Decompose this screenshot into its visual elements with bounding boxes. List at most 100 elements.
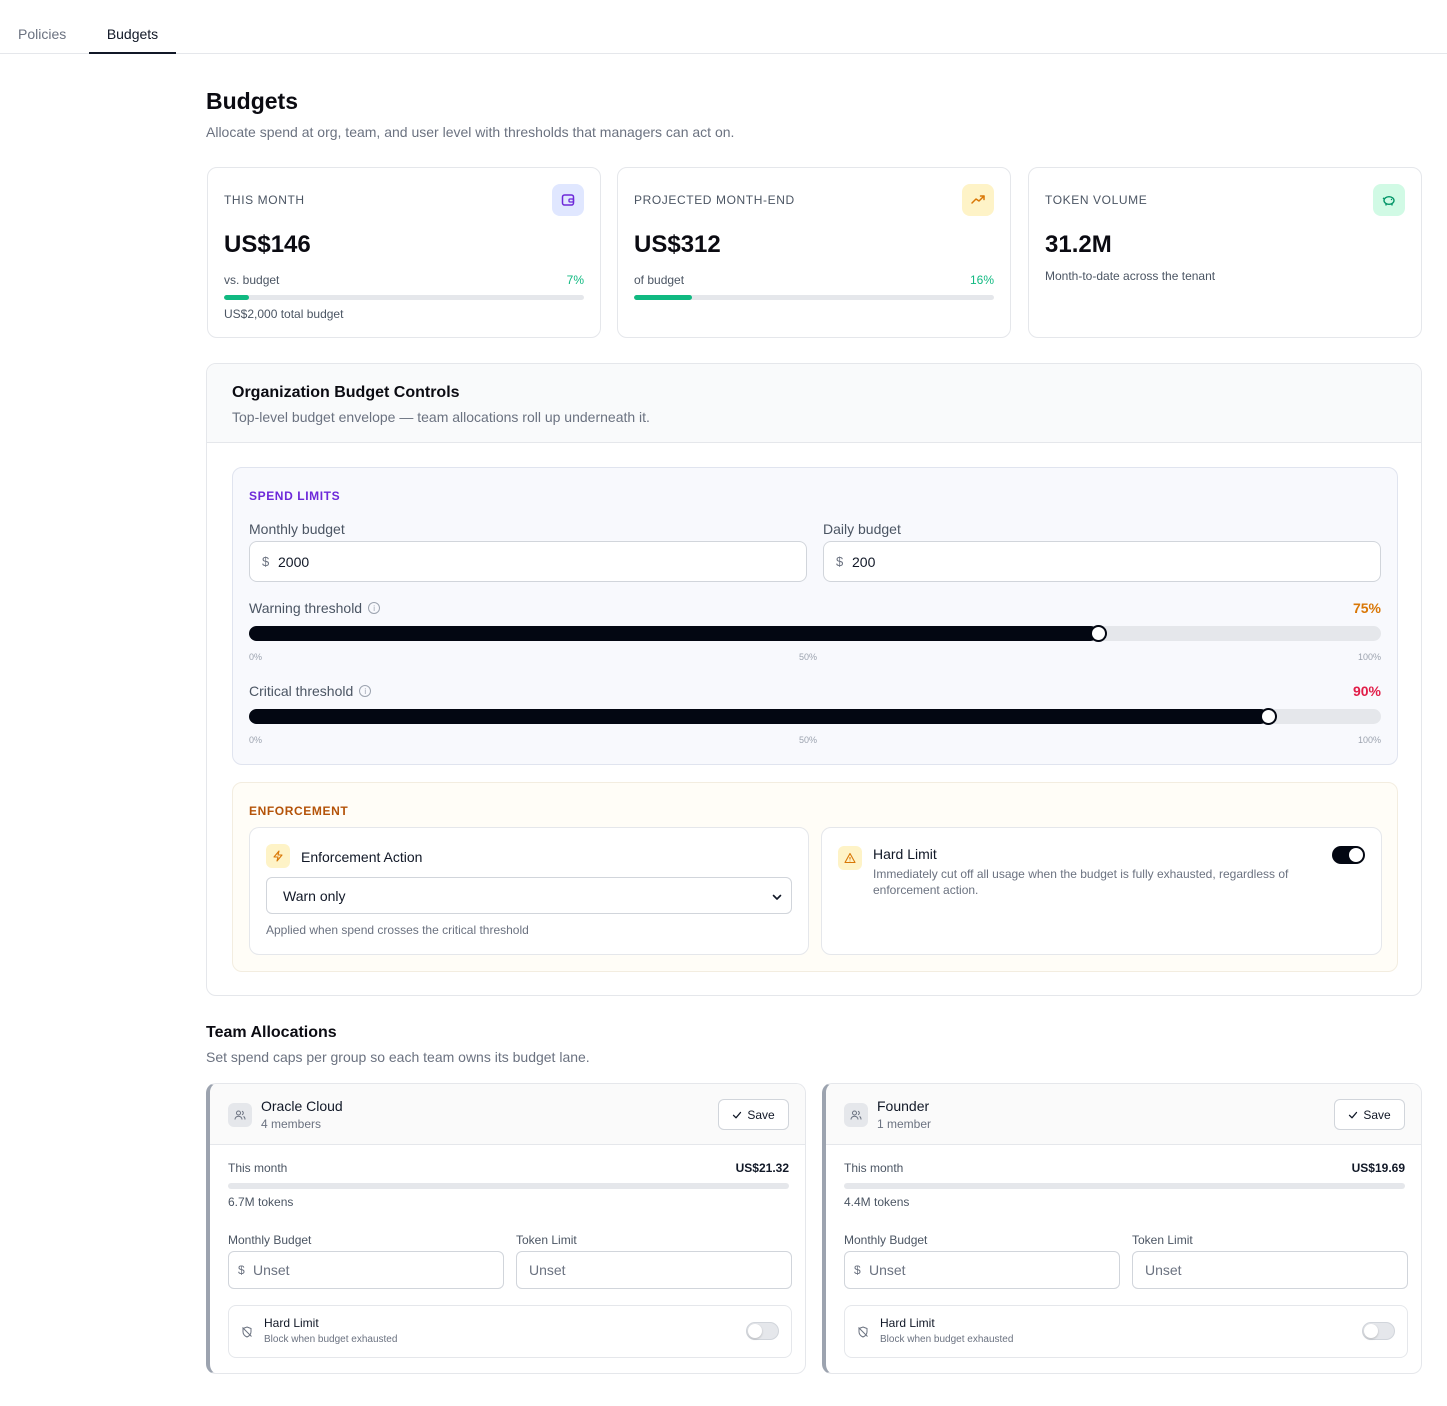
enforcement-action-title: Enforcement Action <box>301 849 423 865</box>
stat-card-this-month: THIS MONTH US$146 vs. budget 7% US$2,000… <box>207 167 601 338</box>
toggle-knob <box>748 1324 762 1338</box>
team-member-count: 1 member <box>877 1117 932 1131</box>
save-button[interactable]: Save <box>1334 1099 1405 1130</box>
org-card-header: Organization Budget Controls Top-level b… <box>207 364 1421 443</box>
stat-value: 31.2M <box>1045 231 1112 258</box>
critical-threshold-slider[interactable] <box>249 708 1381 725</box>
team-card-header: Founder 1 member Save <box>826 1084 1421 1145</box>
stat-label: PROJECTED MONTH-END <box>634 193 795 207</box>
enforcement-action-value: Warn only <box>283 888 346 904</box>
warning-threshold-pct: 75% <box>1352 600 1381 616</box>
hard-limit-subtitle: Block when budget exhausted <box>264 1334 398 1345</box>
org-card-title: Organization Budget Controls <box>232 384 460 401</box>
stat-footer: US$2,000 total budget <box>224 307 344 321</box>
chevron-down-icon <box>771 890 783 908</box>
stat-pct: 7% <box>566 273 584 287</box>
users-icon <box>228 1103 252 1127</box>
stat-label: TOKEN VOLUME <box>1045 193 1148 207</box>
team-card-oracle-cloud: Oracle Cloud 4 members Save This month U… <box>206 1083 806 1374</box>
tick-label: 100% <box>1357 735 1381 745</box>
trending-up-icon <box>962 184 994 216</box>
input-placeholder: Unset <box>253 1262 290 1278</box>
monthly-budget-input[interactable]: $ Unset <box>228 1251 504 1289</box>
team-hard-limit-row: Hard Limit Block when budget exhausted <box>844 1305 1408 1358</box>
tick-label: 0% <box>249 652 263 662</box>
token-usage: 6.7M tokens <box>228 1195 294 1209</box>
stat-value: US$312 <box>634 231 721 258</box>
stat-card-projected: PROJECTED MONTH-END US$312 of budget 16% <box>617 167 1011 338</box>
shield-off-icon <box>857 1325 869 1343</box>
team-name: Oracle Cloud <box>261 1098 343 1114</box>
stat-row: of budget 16% <box>634 273 994 287</box>
page-subtitle: Allocate spend at org, team, and user le… <box>206 124 735 140</box>
team-hard-limit-row: Hard Limit Block when budget exhausted <box>228 1305 792 1358</box>
stat-progress-fill <box>224 295 250 300</box>
monthly-budget-label: Monthly Budget <box>228 1233 312 1247</box>
monthly-budget-input[interactable]: $ 2000 <box>249 541 807 582</box>
currency-symbol: $ <box>238 1263 245 1277</box>
slider-fill <box>249 626 1098 641</box>
save-button-label: Save <box>747 1107 775 1122</box>
tab-policies[interactable]: Policies <box>18 0 72 54</box>
this-month-spend: US$19.69 <box>1351 1161 1405 1175</box>
critical-threshold-pct: 90% <box>1352 683 1381 699</box>
hard-limit-card: Hard Limit Immediately cut off all usage… <box>821 827 1382 955</box>
lightning-icon <box>266 844 290 868</box>
currency-symbol: $ <box>854 1263 861 1277</box>
hard-limit-title: Hard Limit <box>873 846 937 862</box>
slider-fill <box>249 709 1268 724</box>
tick-label: 50% <box>799 735 818 745</box>
team-card-header: Oracle Cloud 4 members Save <box>210 1084 805 1145</box>
daily-budget-value: 200 <box>852 554 876 570</box>
enforcement-action-help: Applied when spend crosses the critical … <box>266 923 529 937</box>
monthly-budget-input[interactable]: $ Unset <box>844 1251 1120 1289</box>
spend-limits-section: SPEND LIMITS Monthly budget $ 2000 Daily… <box>232 467 1398 765</box>
stat-row: vs. budget 7% <box>224 273 584 287</box>
toggle-knob <box>1349 848 1363 862</box>
this-month-label: This month <box>844 1161 904 1175</box>
stat-description: Month-to-date across the tenant <box>1045 269 1216 283</box>
hard-limit-toggle[interactable] <box>746 1322 779 1340</box>
save-button[interactable]: Save <box>718 1099 789 1130</box>
spend-limits-label: SPEND LIMITS <box>249 489 341 503</box>
slider-handle[interactable] <box>1259 708 1277 725</box>
token-limit-label: Token Limit <box>516 1233 577 1247</box>
warning-threshold-slider[interactable] <box>249 625 1381 642</box>
stat-progress-bar <box>634 295 994 300</box>
team-member-count: 4 members <box>261 1117 322 1131</box>
currency-symbol: $ <box>262 554 270 569</box>
stat-progress-bar <box>224 295 584 300</box>
critical-threshold-label: Critical threshold i <box>249 683 372 699</box>
stat-card-token-volume: TOKEN VOLUME 31.2M Month-to-date across … <box>1028 167 1422 338</box>
input-placeholder: Unset <box>529 1262 566 1278</box>
critical-threshold-text: Critical threshold <box>249 683 354 699</box>
warning-threshold-text: Warning threshold <box>249 600 363 616</box>
team-allocations-title: Team Allocations <box>206 1024 337 1041</box>
tick-label: 0% <box>249 735 263 745</box>
shield-off-icon <box>241 1325 253 1343</box>
stat-progress-fill <box>634 295 692 300</box>
toggle-knob <box>1364 1324 1378 1338</box>
team-name: Founder <box>877 1098 930 1114</box>
token-limit-input[interactable]: Unset <box>516 1251 792 1289</box>
token-limit-input[interactable]: Unset <box>1132 1251 1408 1289</box>
users-icon <box>844 1103 868 1127</box>
info-icon[interactable]: i <box>359 685 372 697</box>
stat-value: US$146 <box>224 231 311 258</box>
wallet-icon <box>552 184 584 216</box>
page-title: Budgets <box>206 88 298 114</box>
enforcement-action-card: Enforcement Action Warn only Applied whe… <box>249 827 809 955</box>
spend-progress-bar <box>228 1183 789 1189</box>
daily-budget-label: Daily budget <box>823 521 901 537</box>
warning-threshold-label: Warning threshold i <box>249 600 381 616</box>
hard-limit-toggle[interactable] <box>1362 1322 1395 1340</box>
hard-limit-toggle[interactable] <box>1332 846 1365 864</box>
input-placeholder: Unset <box>869 1262 906 1278</box>
info-icon[interactable]: i <box>368 602 381 614</box>
daily-budget-input[interactable]: $ 200 <box>823 541 1381 582</box>
slider-handle[interactable] <box>1090 625 1107 642</box>
this-month-spend: US$21.32 <box>735 1161 789 1175</box>
tab-budgets[interactable]: Budgets <box>89 0 176 54</box>
hard-limit-title: Hard Limit <box>880 1316 935 1330</box>
enforcement-action-select[interactable]: Warn only <box>266 877 792 914</box>
